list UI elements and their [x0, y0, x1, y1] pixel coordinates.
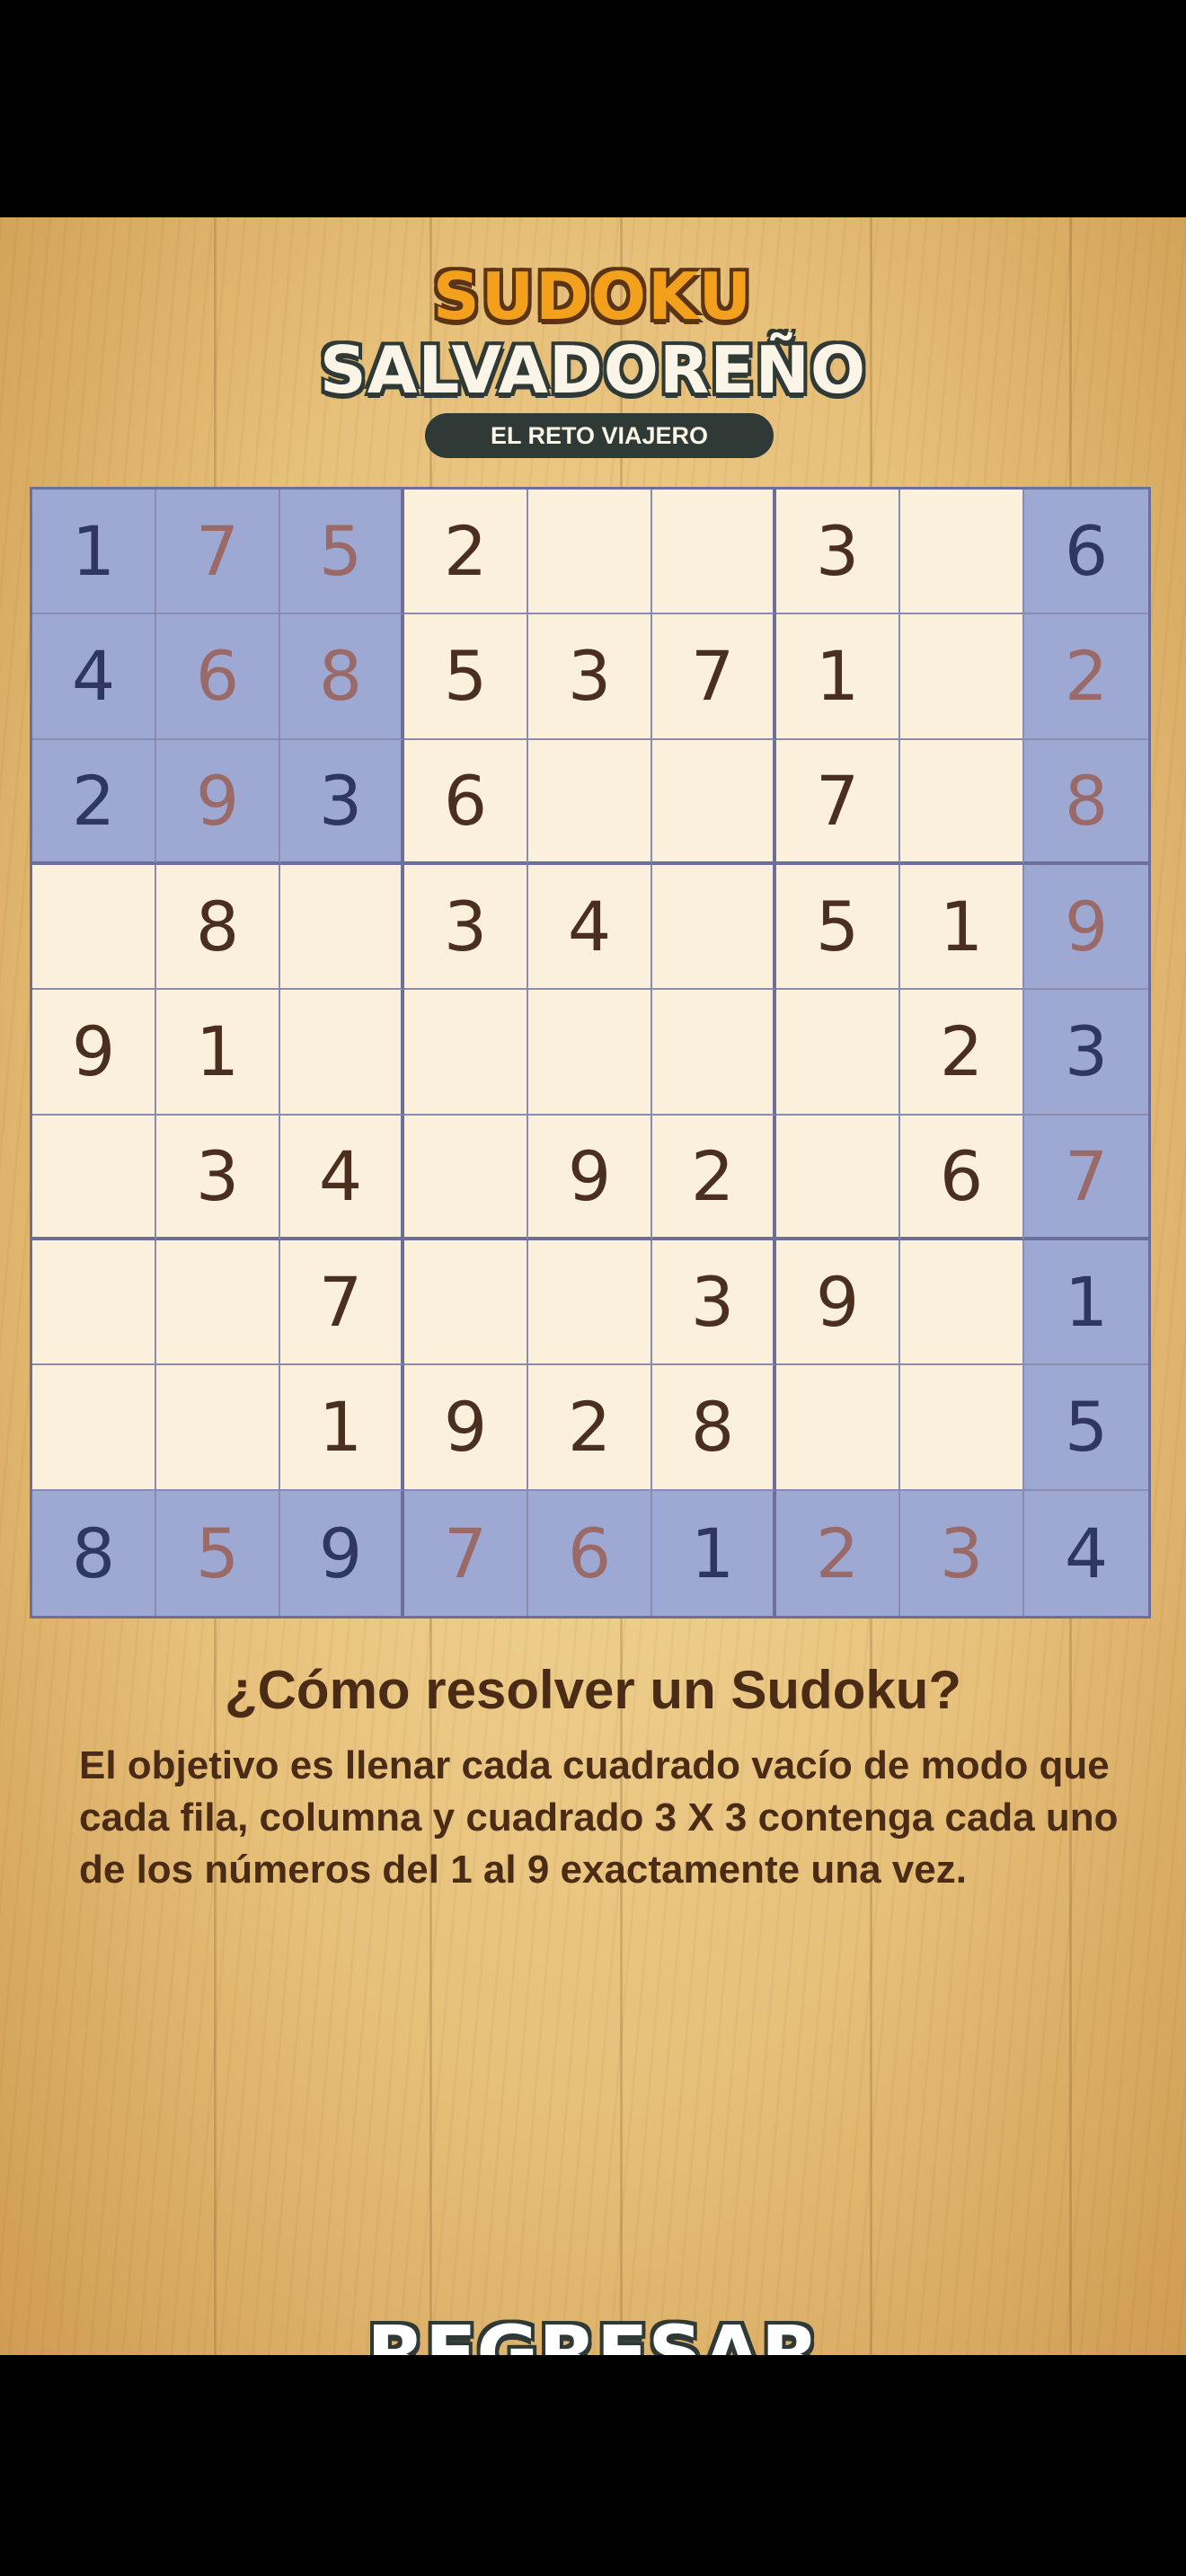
cell-r3-c1[interactable]: 2	[32, 739, 156, 865]
cell-r4-c5[interactable]: 4	[528, 864, 652, 991]
cell-r7-c9[interactable]: 1	[1024, 1239, 1148, 1366]
logo-title-salvadoreno: SALVADOREÑO	[319, 332, 867, 408]
cell-r8-c1[interactable]	[32, 1365, 156, 1491]
cell-r8-c2[interactable]	[156, 1365, 280, 1491]
cell-r3-c2[interactable]: 9	[156, 739, 280, 865]
cell-r1-c5[interactable]	[528, 490, 652, 615]
cell-r4-c4[interactable]: 3	[404, 864, 528, 991]
sudoku-board: 1752364685371229367883451991233492677391…	[30, 487, 1151, 1619]
cell-r2-c7[interactable]: 1	[776, 614, 900, 740]
cell-r7-c3[interactable]: 7	[280, 1239, 404, 1366]
cell-r1-c2[interactable]: 7	[156, 490, 280, 615]
cell-r8-c6[interactable]: 8	[652, 1365, 776, 1491]
navigation-bar	[0, 2355, 1186, 2576]
cell-r4-c7[interactable]: 5	[776, 864, 900, 991]
cell-r2-c8[interactable]	[900, 614, 1024, 740]
cell-r7-c6[interactable]: 3	[652, 1239, 776, 1366]
cell-r1-c7[interactable]: 3	[776, 490, 900, 615]
cell-r4-c9[interactable]: 9	[1024, 864, 1148, 991]
cell-r6-c3[interactable]: 4	[280, 1115, 404, 1240]
cell-r1-c3[interactable]: 5	[280, 490, 404, 615]
cell-r4-c6[interactable]	[652, 864, 776, 991]
cell-r4-c3[interactable]	[280, 864, 404, 991]
cell-r6-c9[interactable]: 7	[1024, 1115, 1148, 1240]
cell-r2-c5[interactable]: 3	[528, 614, 652, 740]
cell-r9-c2[interactable]: 5	[156, 1490, 280, 1616]
cell-r9-c7[interactable]: 2	[776, 1490, 900, 1616]
cell-r5-c5[interactable]	[528, 990, 652, 1116]
cell-r9-c6[interactable]: 1	[652, 1490, 776, 1616]
cell-r6-c1[interactable]	[32, 1115, 156, 1240]
parchment-background: SUDOKU SALVADOREÑO EL RETO VIAJERO 17523…	[0, 217, 1186, 2355]
howto-title: ¿Cómo resolver un Sudoku?	[224, 1660, 962, 1720]
back-button[interactable]: REGRESAR	[323, 2299, 863, 2355]
cell-r3-c9[interactable]: 8	[1024, 739, 1148, 865]
cell-r5-c8[interactable]: 2	[900, 990, 1024, 1116]
cell-r6-c4[interactable]	[404, 1115, 528, 1240]
logo-subtitle-badge: EL RETO VIAJERO	[425, 413, 774, 458]
cell-r8-c9[interactable]: 5	[1024, 1365, 1148, 1491]
cell-r1-c1[interactable]: 1	[32, 490, 156, 615]
cell-r9-c4[interactable]: 7	[404, 1490, 528, 1616]
cell-r2-c9[interactable]: 2	[1024, 614, 1148, 740]
cell-r9-c1[interactable]: 8	[32, 1490, 156, 1616]
cell-r9-c3[interactable]: 9	[280, 1490, 404, 1616]
howto-instructions: El objetivo es llenar cada cuadrado vací…	[79, 1743, 1119, 1892]
cell-r5-c3[interactable]	[280, 990, 404, 1116]
cell-r2-c1[interactable]: 4	[32, 614, 156, 740]
cell-r2-c4[interactable]: 5	[404, 614, 528, 740]
cell-r3-c5[interactable]	[528, 739, 652, 865]
cell-r2-c3[interactable]: 8	[280, 614, 404, 740]
cell-r8-c3[interactable]: 1	[280, 1365, 404, 1491]
cell-r5-c2[interactable]: 1	[156, 990, 280, 1116]
cell-r1-c9[interactable]: 6	[1024, 490, 1148, 615]
cell-r3-c8[interactable]	[900, 739, 1024, 865]
game-logo: SUDOKU SALVADOREÑO EL RETO VIAJERO	[0, 217, 1186, 487]
cell-r6-c8[interactable]: 6	[900, 1115, 1024, 1240]
cell-r4-c8[interactable]: 1	[900, 864, 1024, 991]
cell-r6-c7[interactable]	[776, 1115, 900, 1240]
cell-r4-c2[interactable]: 8	[156, 864, 280, 991]
cell-r7-c2[interactable]	[156, 1239, 280, 1366]
cell-r7-c5[interactable]	[528, 1239, 652, 1366]
cell-r3-c7[interactable]: 7	[776, 739, 900, 865]
cell-r1-c8[interactable]	[900, 490, 1024, 615]
cell-r5-c9[interactable]: 3	[1024, 990, 1148, 1116]
cell-r1-c6[interactable]	[652, 490, 776, 615]
cell-r6-c2[interactable]: 3	[156, 1115, 280, 1240]
status-bar	[0, 0, 1186, 217]
logo-title-sudoku: SUDOKU	[432, 259, 754, 334]
cell-r9-c8[interactable]: 3	[900, 1490, 1024, 1616]
cell-r8-c5[interactable]: 2	[528, 1365, 652, 1491]
cell-r9-c9[interactable]: 4	[1024, 1490, 1148, 1616]
cell-r5-c1[interactable]: 9	[32, 990, 156, 1116]
cell-r1-c4[interactable]: 2	[404, 490, 528, 615]
cell-r9-c5[interactable]: 6	[528, 1490, 652, 1616]
cell-r7-c8[interactable]	[900, 1239, 1024, 1366]
cell-r6-c5[interactable]: 9	[528, 1115, 652, 1240]
cell-r8-c8[interactable]	[900, 1365, 1024, 1491]
cell-r4-c1[interactable]	[32, 864, 156, 991]
cell-r6-c6[interactable]: 2	[652, 1115, 776, 1240]
cell-r5-c6[interactable]	[652, 990, 776, 1116]
cell-r2-c6[interactable]: 7	[652, 614, 776, 740]
cell-r2-c2[interactable]: 6	[156, 614, 280, 740]
cell-r3-c3[interactable]: 3	[280, 739, 404, 865]
cell-r5-c4[interactable]	[404, 990, 528, 1116]
cell-r5-c7[interactable]	[776, 990, 900, 1116]
cell-r3-c4[interactable]: 6	[404, 739, 528, 865]
cell-r7-c7[interactable]: 9	[776, 1239, 900, 1366]
cell-r8-c7[interactable]	[776, 1365, 900, 1491]
cell-r8-c4[interactable]: 9	[404, 1365, 528, 1491]
cell-r7-c1[interactable]	[32, 1239, 156, 1366]
cell-r7-c4[interactable]	[404, 1239, 528, 1366]
cell-r3-c6[interactable]	[652, 739, 776, 865]
